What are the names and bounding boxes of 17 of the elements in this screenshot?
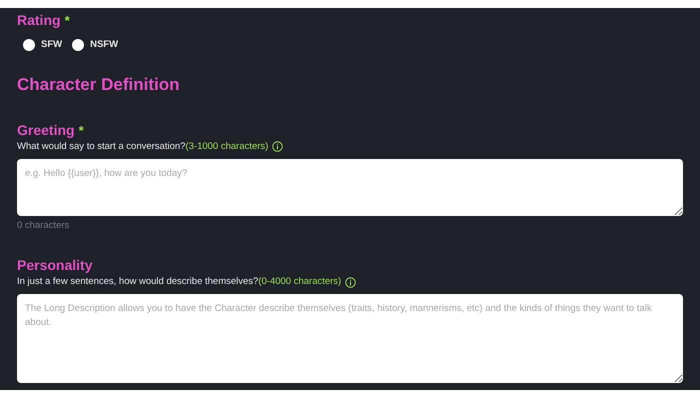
character-limit: (0-4000 characters): [258, 274, 342, 289]
character-counter: 0 characters: [17, 218, 70, 233]
field-label: Rating: [17, 11, 61, 30]
field-description: What would say to start a conversation?: [17, 140, 186, 154]
required-mark: *: [78, 122, 84, 140]
radio-option[interactable]: SFW: [23, 38, 62, 52]
info-icon: [345, 276, 356, 288]
text-area[interactable]: e.g. Hello {{user}}, how are you today?: [17, 158, 683, 216]
text-area[interactable]: The Long Description allows you to have the Character describe themselves (traits, history, mannerisms, etc) and the kinds of things they want to talk about.: [17, 294, 683, 383]
character-limit: (3-1000 characters): [185, 140, 268, 154]
radio-option[interactable]: NSFW: [72, 38, 118, 52]
field-description: In just a few sentences, how would describe themselves?: [17, 274, 258, 289]
field-label: Greeting: [17, 120, 75, 140]
required-mark: *: [64, 12, 70, 30]
field-label: Personality: [17, 256, 92, 275]
section-title: Character Definition: [17, 74, 180, 96]
info-icon: [272, 141, 284, 152]
